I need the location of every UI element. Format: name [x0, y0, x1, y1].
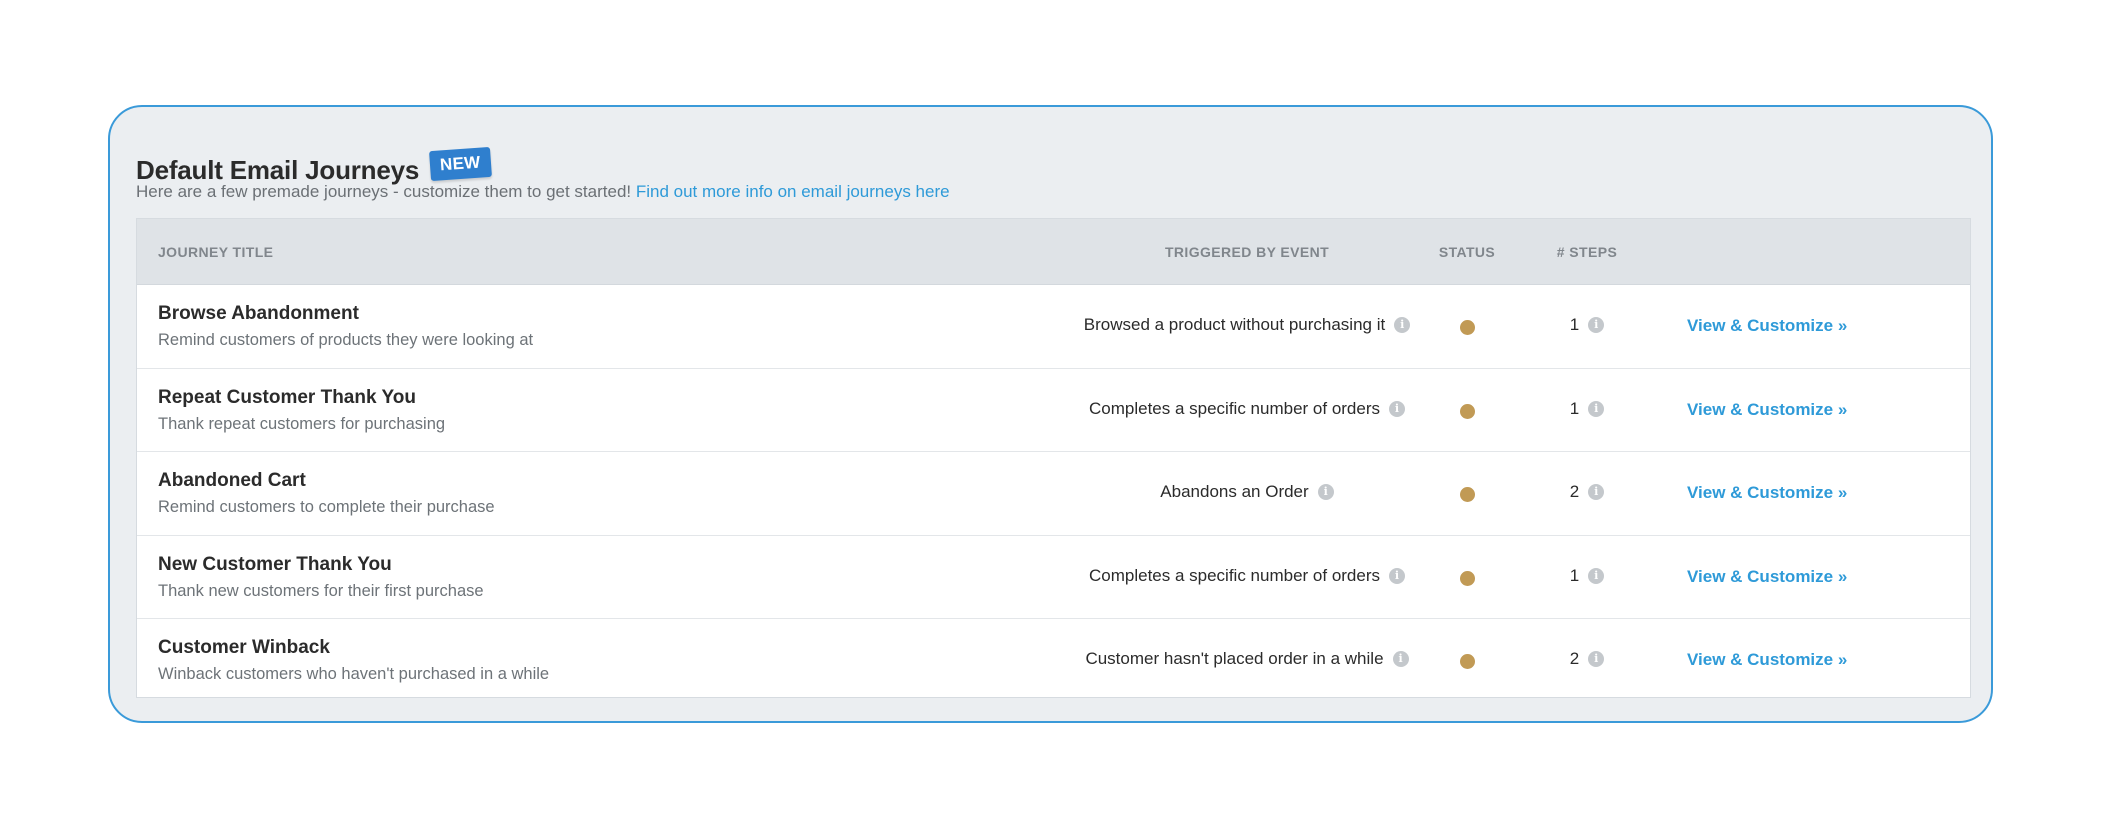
email-journeys-panel: Default Email Journeys NEW Here are a fe…: [108, 105, 1993, 723]
trigger-event-text: Browsed a product without purchasing it: [1083, 315, 1386, 334]
column-header-title: Journey Title: [158, 244, 274, 260]
steps-count: 2 i: [1542, 482, 1632, 502]
info-icon[interactable]: i: [1588, 567, 1605, 584]
steps-value: 2: [1569, 649, 1580, 669]
column-header-event: Triggered By Event: [1164, 244, 1330, 260]
status-dot-icon: [1460, 320, 1475, 335]
info-icon[interactable]: i: [1588, 400, 1605, 417]
info-icon[interactable]: i: [1394, 317, 1411, 333]
view-customize-link[interactable]: View & Customize »: [1687, 650, 1847, 670]
steps-count: 1 i: [1542, 566, 1632, 586]
trigger-event-text: Completes a specific number of orders: [1088, 565, 1381, 585]
journeys-table: Journey Title Triggered By Event Status …: [136, 218, 1971, 698]
status-dot-icon: [1460, 403, 1475, 419]
table-row: New Customer Thank You Thank new custome…: [137, 536, 1970, 620]
journey-title: Repeat Customer Thank You: [158, 386, 416, 408]
column-header-status: Status: [1438, 244, 1496, 260]
table-row: Browse Abandonment Remind customers of p…: [137, 285, 1970, 369]
trigger-event-text: Abandons an Order: [1160, 482, 1309, 502]
view-customize-link[interactable]: View & Customize »: [1687, 316, 1847, 336]
trigger-event: Browsed a product without purchasing it …: [1017, 315, 1477, 335]
info-icon[interactable]: i: [1588, 317, 1605, 333]
subtitle-text: Here are a few premade journeys - custom…: [136, 182, 632, 201]
title-row: Default Email Journeys NEW: [136, 141, 492, 186]
status-dot-icon: [1460, 570, 1475, 586]
trigger-event-text: Customer hasn't placed order in a while: [1085, 649, 1384, 669]
steps-value: 1: [1569, 565, 1580, 585]
steps-value: 1: [1569, 398, 1580, 418]
journey-description: Thank repeat customers for purchasing: [158, 414, 446, 433]
trigger-event: Completes a specific number of orders i: [1017, 399, 1477, 419]
steps-count: 1 i: [1542, 315, 1632, 335]
journey-description: Remind customers of products they were l…: [158, 331, 534, 349]
steps-count: 1 i: [1542, 399, 1632, 419]
view-customize-link[interactable]: View & Customize »: [1687, 483, 1847, 503]
journey-description: Thank new customers for their first purc…: [158, 581, 484, 600]
trigger-event: Abandons an Order i: [1017, 482, 1477, 502]
table-row: Abandoned Cart Remind customers to compl…: [137, 452, 1970, 536]
column-header-steps: # Steps: [1556, 244, 1618, 260]
steps-count: 2 i: [1542, 649, 1632, 669]
journey-title: Abandoned Cart: [158, 470, 306, 492]
journey-description: Remind customers to complete their purch…: [158, 498, 495, 517]
journey-title: Customer Winback: [158, 637, 330, 659]
info-icon[interactable]: i: [1588, 651, 1605, 668]
steps-value: 1: [1569, 315, 1580, 334]
trigger-event: Customer hasn't placed order in a while …: [1017, 649, 1477, 669]
journey-description: Winback customers who haven't purchased …: [158, 665, 550, 684]
view-customize-link[interactable]: View & Customize »: [1687, 567, 1847, 587]
info-icon[interactable]: i: [1588, 484, 1605, 501]
email-journeys-info-link[interactable]: Find out more info on email journeys her…: [636, 182, 950, 201]
journey-title: New Customer Thank You: [158, 553, 392, 575]
new-badge: NEW: [429, 146, 492, 181]
info-icon[interactable]: i: [1392, 651, 1409, 668]
table-row: Customer Winback Winback customers who h…: [137, 619, 1970, 703]
steps-value: 2: [1569, 482, 1580, 502]
view-customize-link[interactable]: View & Customize »: [1687, 400, 1847, 420]
info-icon[interactable]: i: [1317, 484, 1334, 501]
page-subtitle: Here are a few premade journeys - custom…: [136, 182, 950, 202]
journey-title: Browse Abandonment: [158, 303, 359, 324]
trigger-event: Completes a specific number of orders i: [1017, 566, 1477, 586]
info-icon[interactable]: i: [1389, 400, 1406, 417]
table-header: Journey Title Triggered By Event Status …: [137, 219, 1970, 285]
info-icon[interactable]: i: [1389, 567, 1406, 584]
trigger-event-text: Completes a specific number of orders: [1088, 398, 1381, 418]
table-row: Repeat Customer Thank You Thank repeat c…: [137, 369, 1970, 453]
